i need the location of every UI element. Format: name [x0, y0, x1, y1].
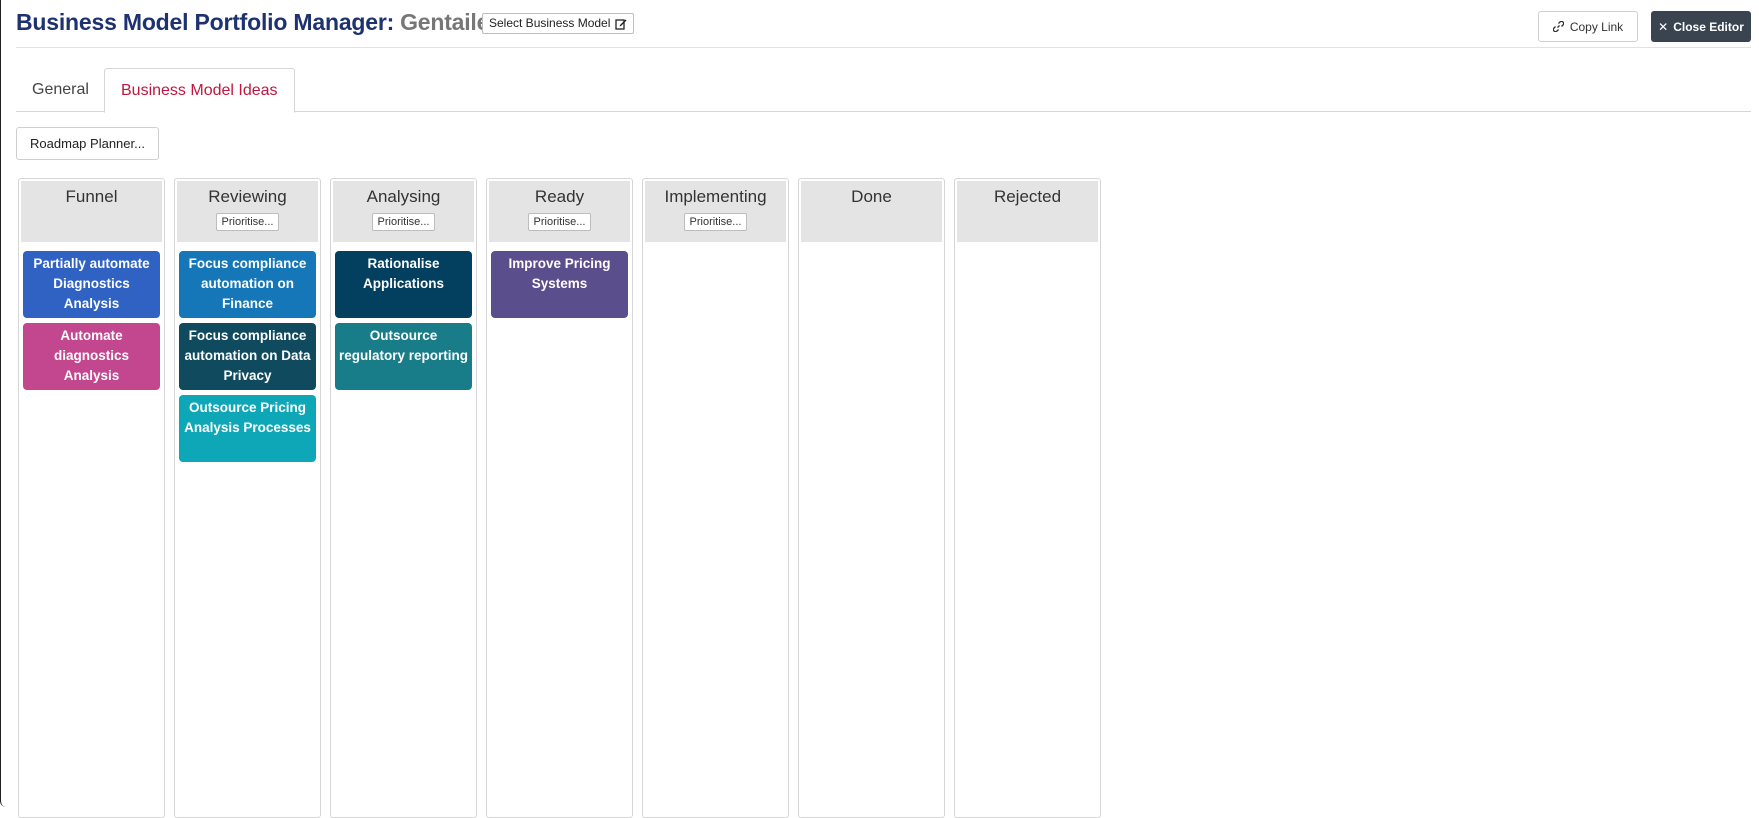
tab-business-model-ideas[interactable]: Business Model Ideas [104, 68, 295, 113]
idea-card[interactable]: Focus compliance automation on Data Priv… [179, 323, 316, 390]
column-funnel: Funnel Partially automate Diagnostics An… [18, 178, 165, 818]
idea-card[interactable]: Outsource Pricing Analysis Processes [179, 395, 316, 462]
column-header: Rejected [957, 181, 1098, 242]
column-done: Done [798, 178, 945, 818]
close-editor-label: Close Editor [1673, 19, 1744, 34]
prioritise-button[interactable]: Prioritise... [215, 213, 280, 231]
close-icon: ✕ [1658, 19, 1669, 34]
column-cards [957, 242, 1098, 251]
select-business-model-label: Select Business Model [489, 16, 611, 30]
idea-card[interactable]: Partially automate Diagnostics Analysis [23, 251, 160, 318]
idea-card[interactable]: Automate diagnostics Analysis [23, 323, 160, 390]
select-business-model-button[interactable]: Select Business Model [482, 13, 635, 34]
idea-card[interactable]: Rationalise Applications [335, 251, 472, 318]
column-cards: Improve Pricing Systems [489, 242, 630, 318]
column-cards: Partially automate Diagnostics Analysis … [21, 242, 162, 390]
roadmap-planner-button[interactable]: Roadmap Planner... [16, 127, 159, 160]
column-analysing: Analysing Prioritise... Rationalise Appl… [330, 178, 477, 818]
prioritise-button[interactable]: Prioritise... [683, 213, 748, 231]
idea-card[interactable]: Outsource regulatory reporting [335, 323, 472, 390]
column-header: Done [801, 181, 942, 242]
tab-general[interactable]: General [16, 68, 105, 112]
copy-link-label: Copy Link [1569, 19, 1624, 34]
prioritise-button[interactable]: Prioritise... [527, 213, 592, 231]
column-cards: Focus compliance automation on Finance F… [177, 242, 318, 462]
edit-icon [615, 18, 627, 30]
column-reviewing: Reviewing Prioritise... Focus compliance… [174, 178, 321, 818]
column-header: Implementing Prioritise... [645, 181, 786, 242]
idea-card[interactable]: Focus compliance automation on Finance [179, 251, 316, 318]
column-header: Funnel [21, 181, 162, 242]
column-title: Ready [534, 187, 585, 206]
close-editor-button[interactable]: ✕ Close Editor [1651, 11, 1751, 42]
column-header: Reviewing Prioritise... [177, 181, 318, 242]
column-title: Analysing [366, 187, 441, 206]
column-ready: Ready Prioritise... Improve Pricing Syst… [486, 178, 633, 818]
page-title-text: Business Model Portfolio Manager: [16, 9, 395, 35]
prioritise-button[interactable]: Prioritise... [371, 213, 436, 231]
column-header: Analysing Prioritise... [333, 181, 474, 242]
column-cards: Rationalise Applications Outsource regul… [333, 242, 474, 390]
column-cards [645, 242, 786, 251]
header: Business Model Portfolio Manager: Gentail… [16, 0, 1751, 48]
page-title: Business Model Portfolio Manager: Gentail… [16, 9, 498, 36]
column-cards [801, 242, 942, 251]
idea-card[interactable]: Improve Pricing Systems [491, 251, 628, 318]
editor-window: Business Model Portfolio Manager: Gentail… [0, 0, 1759, 818]
copy-link-button[interactable]: Copy Link [1538, 11, 1638, 42]
column-title: Rejected [993, 187, 1062, 206]
column-rejected: Rejected [954, 178, 1101, 818]
column-title: Reviewing [208, 187, 287, 206]
kanban-board: Funnel Partially automate Diagnostics An… [18, 178, 1101, 818]
tab-bar: General Business Model Ideas [16, 68, 1751, 113]
column-title: Done [851, 187, 892, 206]
column-title: Funnel [65, 187, 118, 206]
column-header: Ready Prioritise... [489, 181, 630, 242]
link-icon [1552, 21, 1564, 32]
column-title: Implementing [664, 187, 767, 206]
column-implementing: Implementing Prioritise... [642, 178, 789, 818]
